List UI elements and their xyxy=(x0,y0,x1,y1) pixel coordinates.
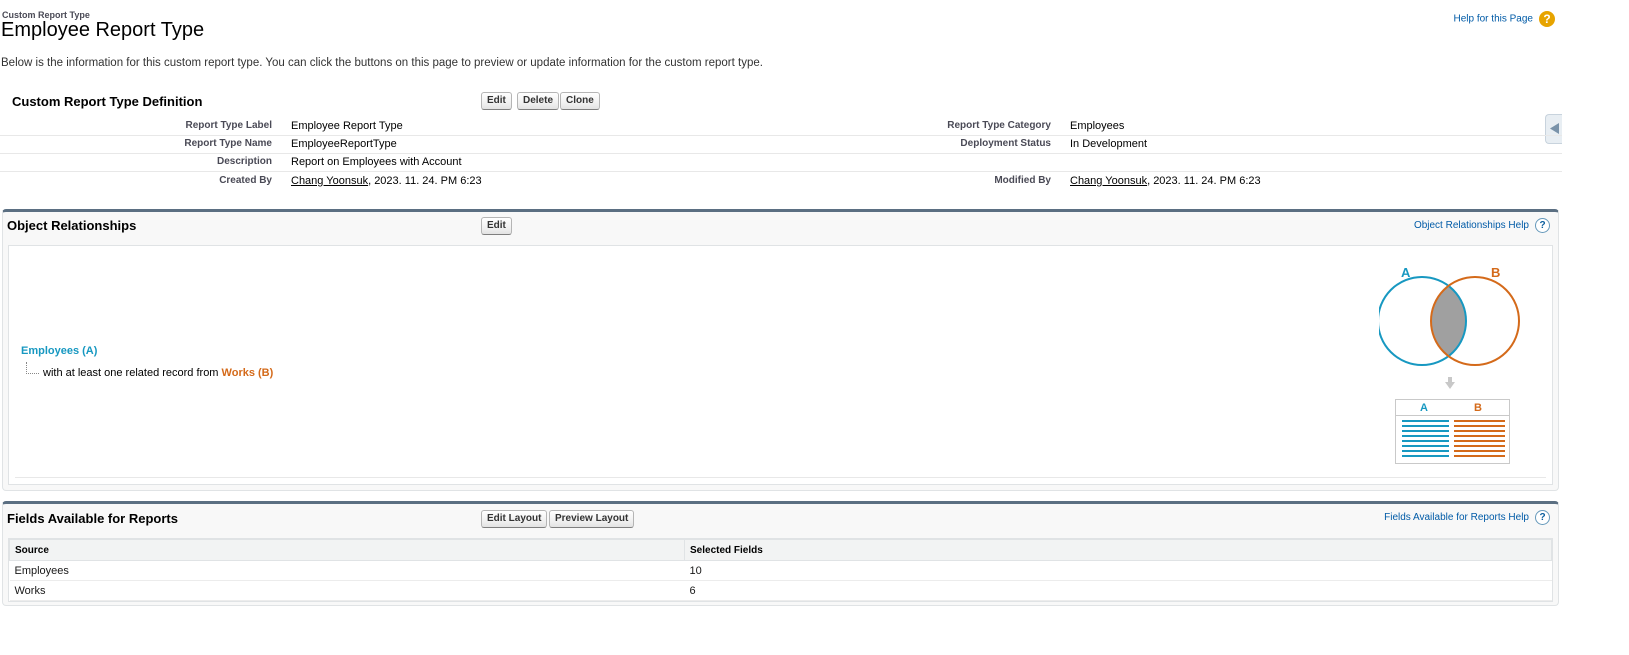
help-icon[interactable]: ? xyxy=(1535,510,1550,525)
selected-fields-cell: 10 xyxy=(684,560,1552,581)
fields-help-link[interactable]: Fields Available for Reports Help xyxy=(1384,512,1529,523)
created-date: , 2023. 11. 24. PM 6:23 xyxy=(368,175,482,187)
description-value: Report on Employees with Account xyxy=(291,156,462,168)
relationships-help[interactable]: Object Relationships Help? xyxy=(1414,218,1550,233)
row-divider xyxy=(0,153,1562,154)
relation-tree-connector xyxy=(26,362,39,374)
object-relationships-title: Object Relationships xyxy=(7,218,137,233)
sidebar-collapse-icon xyxy=(1550,123,1559,134)
venn-label-b: B xyxy=(1491,265,1500,280)
created-by-value: Chang Yoonsuk, 2023. 11. 24. PM 6:23 xyxy=(291,175,482,187)
modified-by-label: Modified By xyxy=(994,175,1051,186)
result-column-b xyxy=(1454,420,1505,460)
primary-object-label: Employees (A) xyxy=(21,345,98,357)
report-type-label-value: Employee Report Type xyxy=(291,120,403,132)
column-header-selected-fields[interactable]: Selected Fields xyxy=(684,539,1552,561)
sidebar-collapse-tab[interactable] xyxy=(1545,114,1562,144)
relation-description: with at least one related record from Wo… xyxy=(43,367,273,379)
help-icon[interactable]: ? xyxy=(1535,218,1550,233)
result-column-a xyxy=(1402,420,1449,460)
modified-by-value: Chang Yoonsuk, 2023. 11. 24. PM 6:23 xyxy=(1070,175,1261,187)
help-icon[interactable]: ? xyxy=(1539,11,1555,27)
fields-table: Source Selected Fields Employees 10 Work… xyxy=(9,539,1552,601)
deployment-status-label: Deployment Status xyxy=(960,138,1051,149)
fields-title: Fields Available for Reports xyxy=(7,511,178,526)
fields-help[interactable]: Fields Available for Reports Help? xyxy=(1384,510,1550,525)
modified-date: , 2023. 11. 24. PM 6:23 xyxy=(1147,175,1261,187)
secondary-object-label: Works (B) xyxy=(221,367,274,379)
page-description: Below is the information for this custom… xyxy=(1,57,763,69)
result-table-illustration: A B xyxy=(1395,399,1510,464)
object-relationships-help-link[interactable]: Object Relationships Help xyxy=(1414,220,1529,231)
report-type-name-label: Report Type Name xyxy=(184,138,272,149)
report-type-category-value: Employees xyxy=(1070,120,1125,132)
definition-section-title: Custom Report Type Definition xyxy=(12,94,203,109)
fields-panel: Fields Available for Reports Edit Layout… xyxy=(2,501,1559,606)
object-relationships-panel: Object Relationships Edit Object Relatio… xyxy=(2,209,1559,491)
result-label-a: A xyxy=(1420,402,1428,414)
relationships-inner-divider xyxy=(15,477,1546,478)
table-row: Works 6 xyxy=(9,580,1552,601)
row-divider xyxy=(0,171,1562,172)
delete-button[interactable]: Delete xyxy=(517,92,560,110)
relation-text: with at least one related record from xyxy=(43,367,219,379)
page-help[interactable]: Help for this Page? xyxy=(1454,11,1555,27)
page-title: Employee Report Type xyxy=(1,19,205,41)
edit-layout-button[interactable]: Edit Layout xyxy=(481,510,548,528)
edit-button[interactable]: Edit xyxy=(481,92,512,110)
relationships-edit-button[interactable]: Edit xyxy=(481,217,512,235)
selected-fields-cell: 6 xyxy=(684,580,1552,601)
relationships-body: Employees (A) with at least one related … xyxy=(8,245,1553,485)
venn-label-a: A xyxy=(1401,265,1411,280)
modified-by-user-link[interactable]: Chang Yoonsuk xyxy=(1070,175,1147,187)
column-header-source[interactable]: Source xyxy=(9,539,685,561)
table-header-row: Source Selected Fields xyxy=(9,539,1552,561)
row-divider xyxy=(0,135,1562,136)
venn-diagram: A B xyxy=(1379,265,1520,366)
description-label: Description xyxy=(216,156,272,167)
created-by-user-link[interactable]: Chang Yoonsuk xyxy=(291,175,368,187)
report-type-category-label: Report Type Category xyxy=(947,120,1051,131)
preview-layout-button[interactable]: Preview Layout xyxy=(549,510,635,528)
created-by-label: Created By xyxy=(219,175,272,186)
clone-button[interactable]: Clone xyxy=(560,92,600,110)
source-cell: Employees xyxy=(9,560,685,581)
report-type-label-label: Report Type Label xyxy=(185,120,273,131)
result-label-b: B xyxy=(1474,402,1482,414)
arrow-down-icon xyxy=(1445,377,1455,389)
deployment-status-value: In Development xyxy=(1070,138,1148,150)
report-type-name-value: EmployeeReportType xyxy=(291,138,397,150)
table-row: Employees 10 xyxy=(9,560,1552,581)
help-for-page-link[interactable]: Help for this Page xyxy=(1454,14,1534,25)
source-cell: Works xyxy=(9,580,685,601)
fields-table-wrapper: Source Selected Fields Employees 10 Work… xyxy=(8,538,1553,602)
